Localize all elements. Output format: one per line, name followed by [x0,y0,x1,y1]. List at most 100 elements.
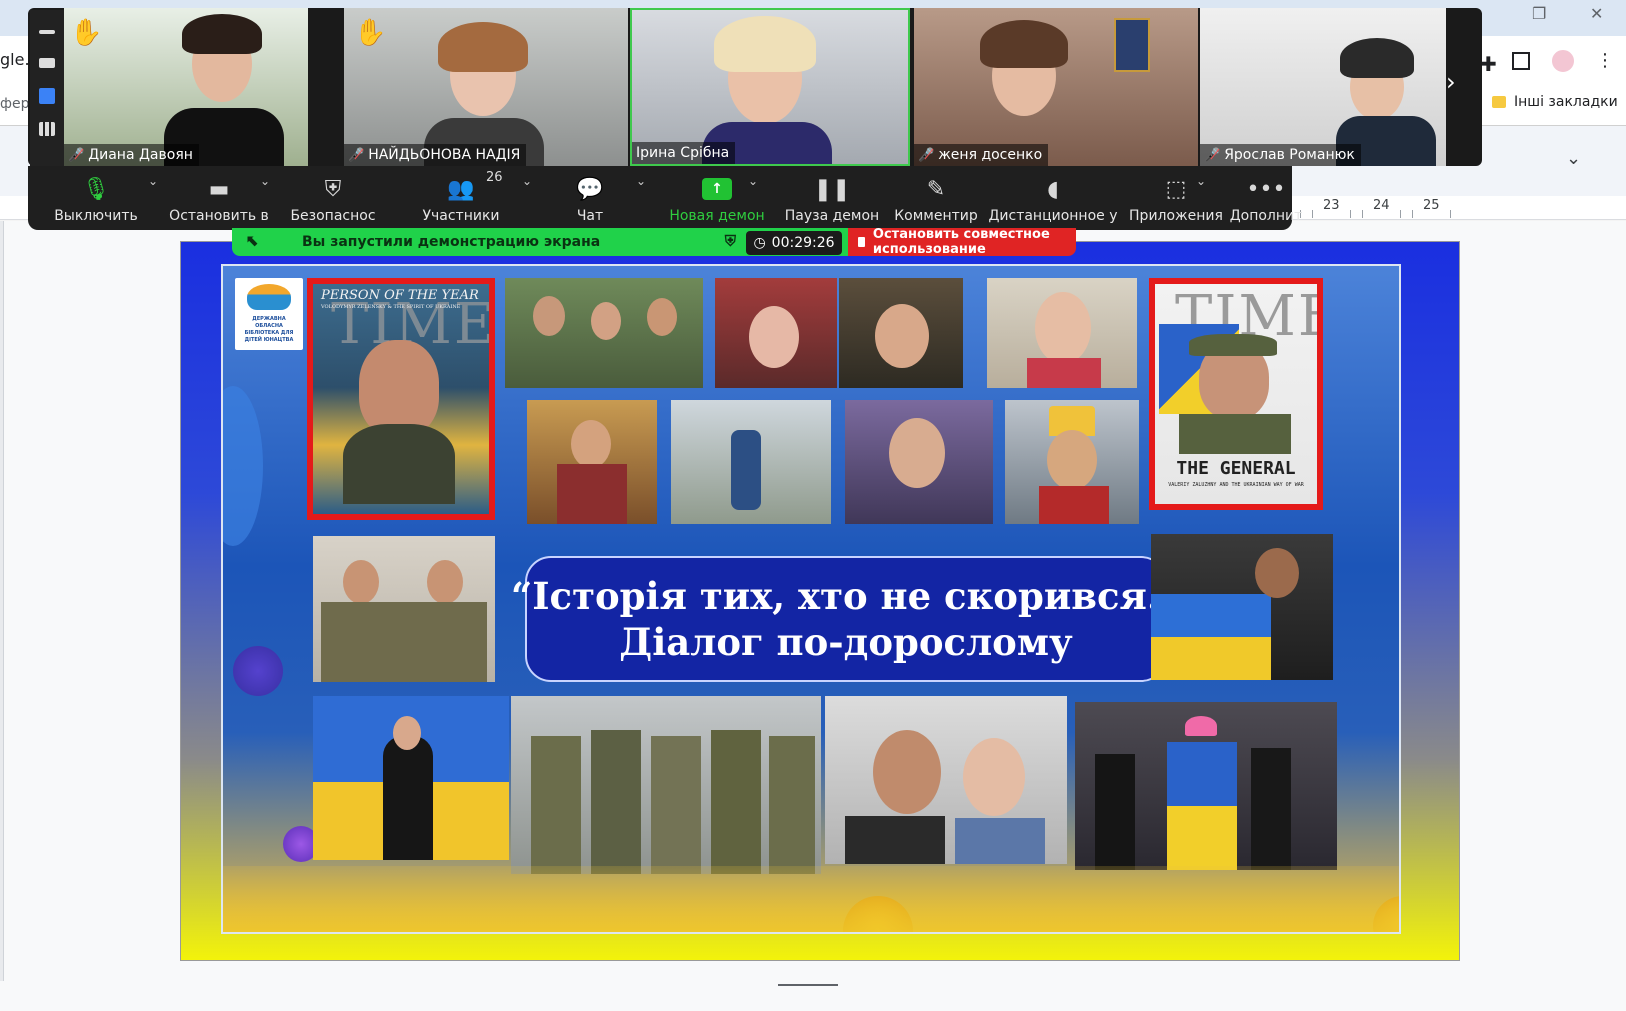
more-label: Дополнит [1229,208,1303,224]
participant-name: женя досенко [938,147,1043,163]
time-subline: VOLODYMYR ZELENSKY & THE SPIRIT OF UKRAI… [321,304,461,310]
mic-muted-icon: 🎤̸ [348,147,365,163]
time-subline: VALERIY ZALUZHNY AND THE UKRAINIAN WAY O… [1168,482,1304,488]
photo-band-in-uniform [511,696,821,874]
sidepanel-icon[interactable] [1512,52,1530,70]
slide-headline-line2: Діалог по-дорослому [619,620,1073,664]
clock-icon: ◷ [753,235,766,251]
video-tile-active-speaker[interactable]: Ірина Срібна [630,8,910,166]
stop-square-icon [858,237,865,247]
remote-control-label: Дистанционное у [988,208,1118,224]
participant-name-bar: 🎤̸ женя досенко [914,144,1049,166]
photo-singer-with-flag [1151,534,1333,680]
video-camera-icon: ▬ [208,176,230,202]
ruler-number: 24 [1373,198,1390,213]
sharing-status[interactable]: ⬉ Вы запустили демонстрацию экрана ⛨ [232,228,746,256]
video-tile[interactable]: ✋ 🎤̸ Диана Давоян [64,8,308,166]
screen: gle. фер ❐ ✕ ✚ ⋮ Інші закладки ⌄ 23 24 2… [0,0,1626,1011]
apps-label: Приложения [1129,208,1223,224]
remote-control-button[interactable]: ◖ Дистанционное у [984,166,1122,230]
photo-cossack-dancer [671,400,831,524]
more-button[interactable]: ••• Дополнит [1224,166,1308,230]
stop-video-label: Остановить в [169,208,269,224]
ruler-number: 23 [1323,198,1340,213]
apps-button[interactable]: ⬚ Приложения [1126,166,1226,230]
raised-hand-icon: ✋ [70,18,103,48]
participants-caret-icon[interactable]: ⌄ [522,174,532,188]
restore-window-icon[interactable]: ❐ [1532,4,1546,23]
gallery-view-icon[interactable] [39,122,55,136]
bookmark-fragment[interactable]: фер [0,96,29,112]
time-cover-the-general: TIME THE GENERAL VALERIY ZALUZHNY AND TH… [1149,278,1323,510]
participant-name-bar: 🎤̸ Ярослав Романюк [1200,144,1361,166]
pause-share-label: Пауза демон [784,208,880,224]
minimize-icon[interactable] [39,30,55,34]
other-bookmarks[interactable]: Інші закладки [1492,94,1618,110]
pencil-icon: ✎ [926,176,946,202]
share-screen-icon: ↑ [702,178,732,200]
mic-muted-icon: 🎤̸ [1204,147,1221,163]
pause-icon: ❚❚ [813,176,851,202]
participant-name: Ярослав Романюк [1224,147,1355,163]
video-view-icon[interactable] [39,58,55,68]
participants-label: Участники [422,208,500,224]
time-headline: THE GENERAL [1176,458,1296,479]
mute-button[interactable]: 🎙 Выключить [46,166,146,230]
video-options-caret-icon[interactable]: ⌄ [260,174,270,188]
more-dots-icon: ••• [1246,176,1286,202]
chevron-down-icon[interactable]: ⌄ [1566,148,1581,169]
participant-name-bar: Ірина Срібна [632,142,736,164]
security-button[interactable]: ⛨ Безопаснос [278,166,388,230]
annotate-button[interactable]: ✎ Комментир [884,166,988,230]
shield-icon: ⛨ [324,176,342,202]
mute-label: Выключить [54,208,138,224]
photo-woman-red-hair [715,278,837,388]
sharing-timer-value: 00:29:26 [771,235,835,251]
photo-two-soldiers [313,536,495,682]
address-bar-fragment[interactable]: gle. [0,50,30,69]
screen-sharing-banner: ⬉ Вы запустили демонстрацию экрана ⛨ ◷ 0… [232,228,1076,256]
zoom-meeting-toolbar: 🎙 Выключить ⌄ ▬ Остановить в ⌄ ⛨ Безопас… [28,166,1302,230]
browser-menu-icon[interactable]: ⋮ [1596,50,1618,72]
video-tile[interactable]: 🎤̸ Ярослав Романюк [1200,8,1446,166]
participant-name: Диана Давоян [88,147,193,163]
stop-share-button[interactable]: Остановить совместное использование [848,228,1076,256]
close-window-icon[interactable]: ✕ [1590,4,1603,23]
participant-name: НАЙДЬОНОВА НАДІЯ [368,147,521,163]
strip-view-icon[interactable] [39,88,55,104]
photo-band-on-stage [1075,702,1337,870]
photo-king-illustration [1005,400,1139,524]
encryption-shield-icon: ⛨ [724,232,736,250]
photo-man-and-girl [825,696,1067,864]
chat-caret-icon[interactable]: ⌄ [636,174,646,188]
other-bookmarks-label: Інші закладки [1514,94,1618,110]
mic-muted-icon: 🎤̸ [918,147,935,163]
new-share-button[interactable]: ↑ Новая демон [656,166,778,230]
chat-bubble-icon: 💬 [576,176,604,202]
document-page-edge [0,221,4,981]
next-page-arrow-icon[interactable]: › [1446,68,1456,96]
library-logo-text: ДЕРЖАВНА ОБЛАСНА БІБЛІОТЕКА ДЛЯ ДІТЕЙ ЮН… [244,316,294,343]
participant-name-bar: 🎤̸ Диана Давоян [64,144,199,166]
video-tile[interactable]: ✋ 🎤̸ НАЙДЬОНОВА НАДІЯ [344,8,628,166]
new-share-label: Новая демон [669,208,765,224]
slide-image: ДЕРЖАВНА ОБЛАСНА БІБЛІОТЕКА ДЛЯ ДІТЕЙ ЮН… [180,241,1460,961]
apps-caret-icon[interactable]: ⌄ [1196,174,1206,188]
pin-icon[interactable]: ⬉ [246,231,259,250]
profile-avatar[interactable] [1550,48,1576,74]
slide-collage: ДЕРЖАВНА ОБЛАСНА БІБЛІОТЕКА ДЛЯ ДІТЕЙ ЮН… [221,264,1401,934]
folder-icon [1492,96,1506,108]
stop-share-label: Остановить совместное использование [872,228,1050,256]
library-logo: ДЕРЖАВНА ОБЛАСНА БІБЛІОТЕКА ДЛЯ ДІТЕЙ ЮН… [235,278,303,350]
share-caret-icon[interactable]: ⌄ [748,174,758,188]
mic-muted-icon: 🎤̸ [68,147,85,163]
slide-headline-line1: “Історія тих, хто не скорився.” [510,574,1182,618]
photo-young-man [845,400,993,524]
pause-share-button[interactable]: ❚❚ Пауза демон [772,166,892,230]
chat-button[interactable]: 💬 Чат [550,166,630,230]
photo-historic-prince-painting [527,400,657,524]
page-divider [778,984,838,986]
video-tile[interactable]: 🎤̸ женя досенко [914,8,1198,166]
extensions-icon[interactable]: ✚ [1480,52,1502,76]
microphone-icon: 🎙 [82,176,110,202]
